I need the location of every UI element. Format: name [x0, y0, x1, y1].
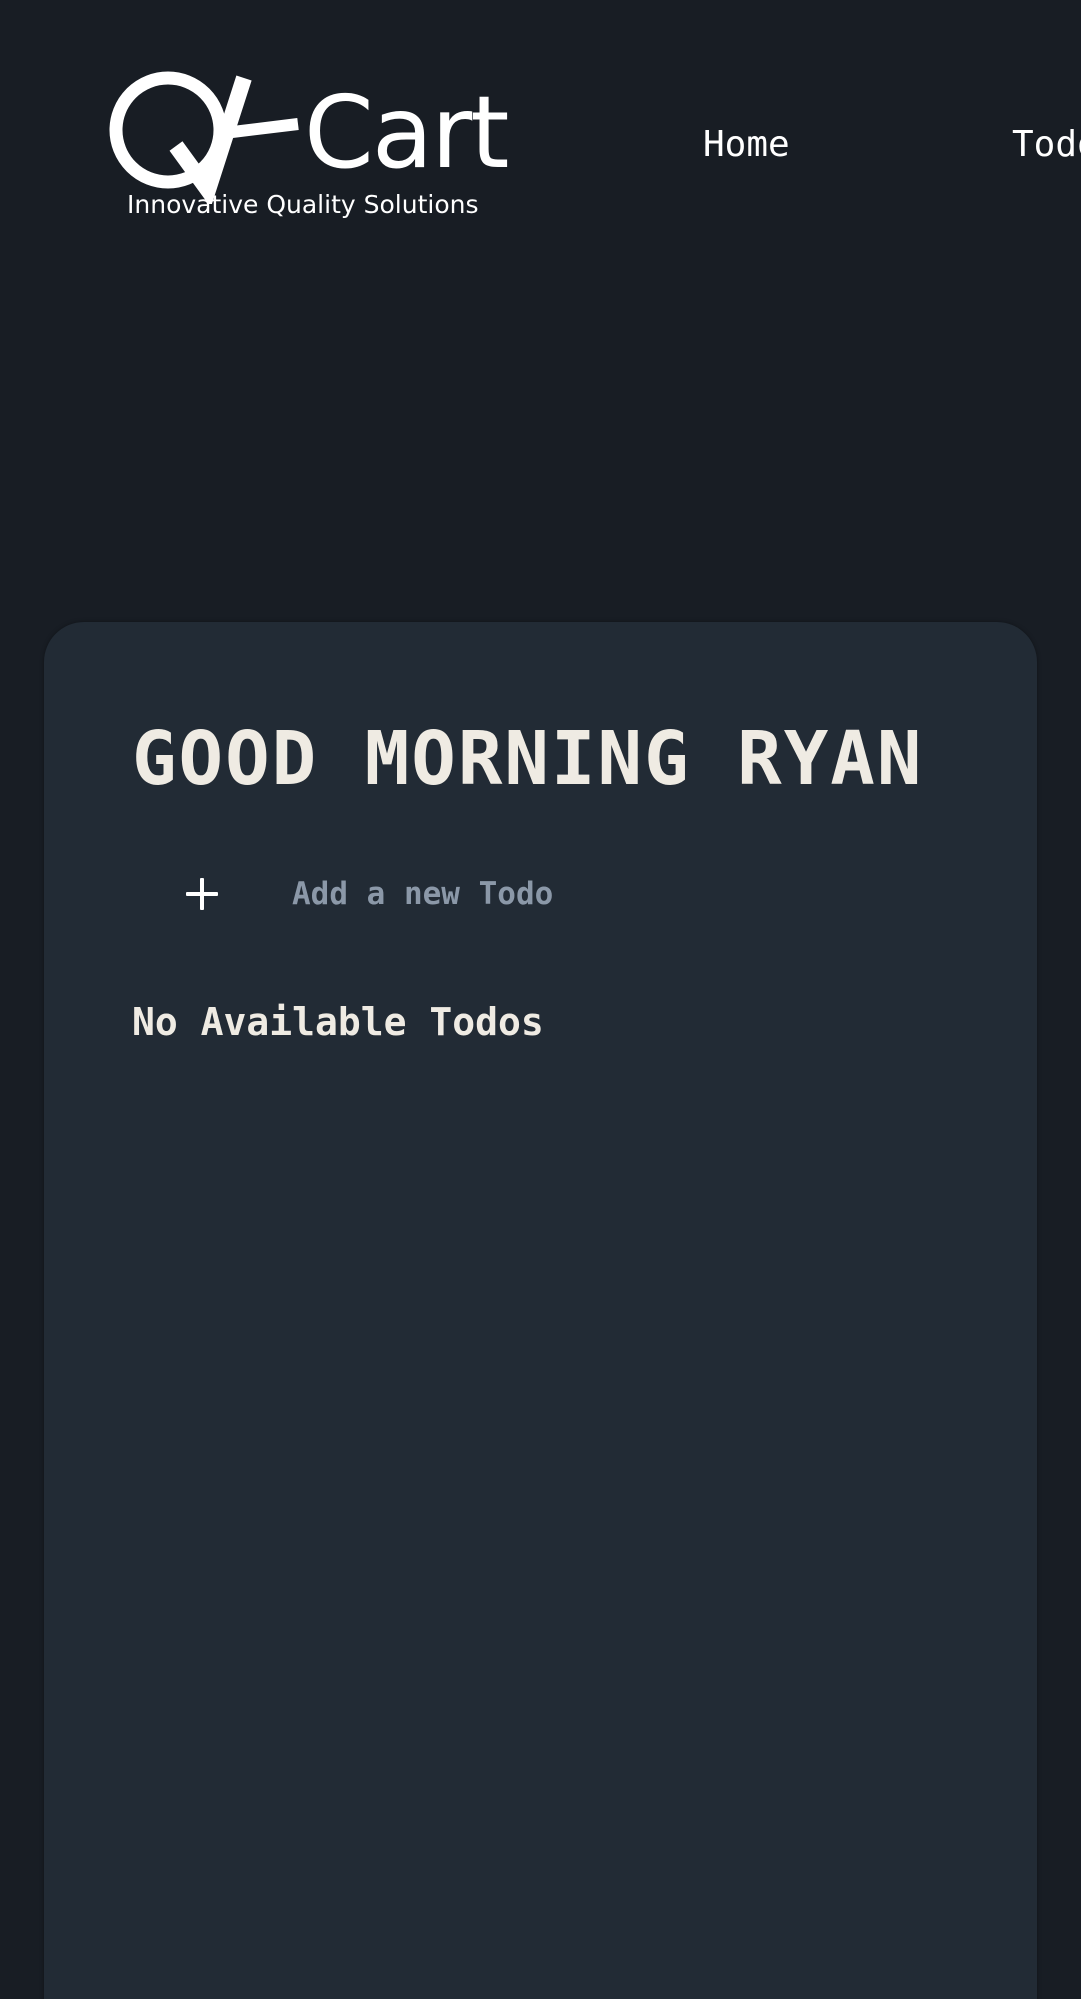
page: Cart Innovative Quality Solutions Home T… [0, 0, 1081, 1999]
empty-todos-message: No Available Todos [132, 1000, 544, 1044]
logo[interactable]: Cart Innovative Quality Solutions [106, 64, 526, 234]
greeting-heading: GOOD MORNING RYAN [132, 716, 924, 802]
add-todo-row [172, 864, 872, 924]
todo-card: GOOD MORNING RYAN No Available Todos [44, 622, 1037, 1999]
nav-link-home[interactable]: Home [703, 120, 790, 170]
nav-link-todo[interactable]: Todo [1012, 120, 1081, 170]
logo-tagline: Innovative Quality Solutions [127, 190, 479, 219]
plus-icon[interactable] [172, 864, 232, 924]
new-todo-input[interactable] [292, 868, 852, 920]
logo-wordmark: Cart [304, 74, 509, 191]
site-header: Cart Innovative Quality Solutions Home T… [0, 0, 1081, 240]
qa-logo-mark-icon [109, 71, 299, 204]
